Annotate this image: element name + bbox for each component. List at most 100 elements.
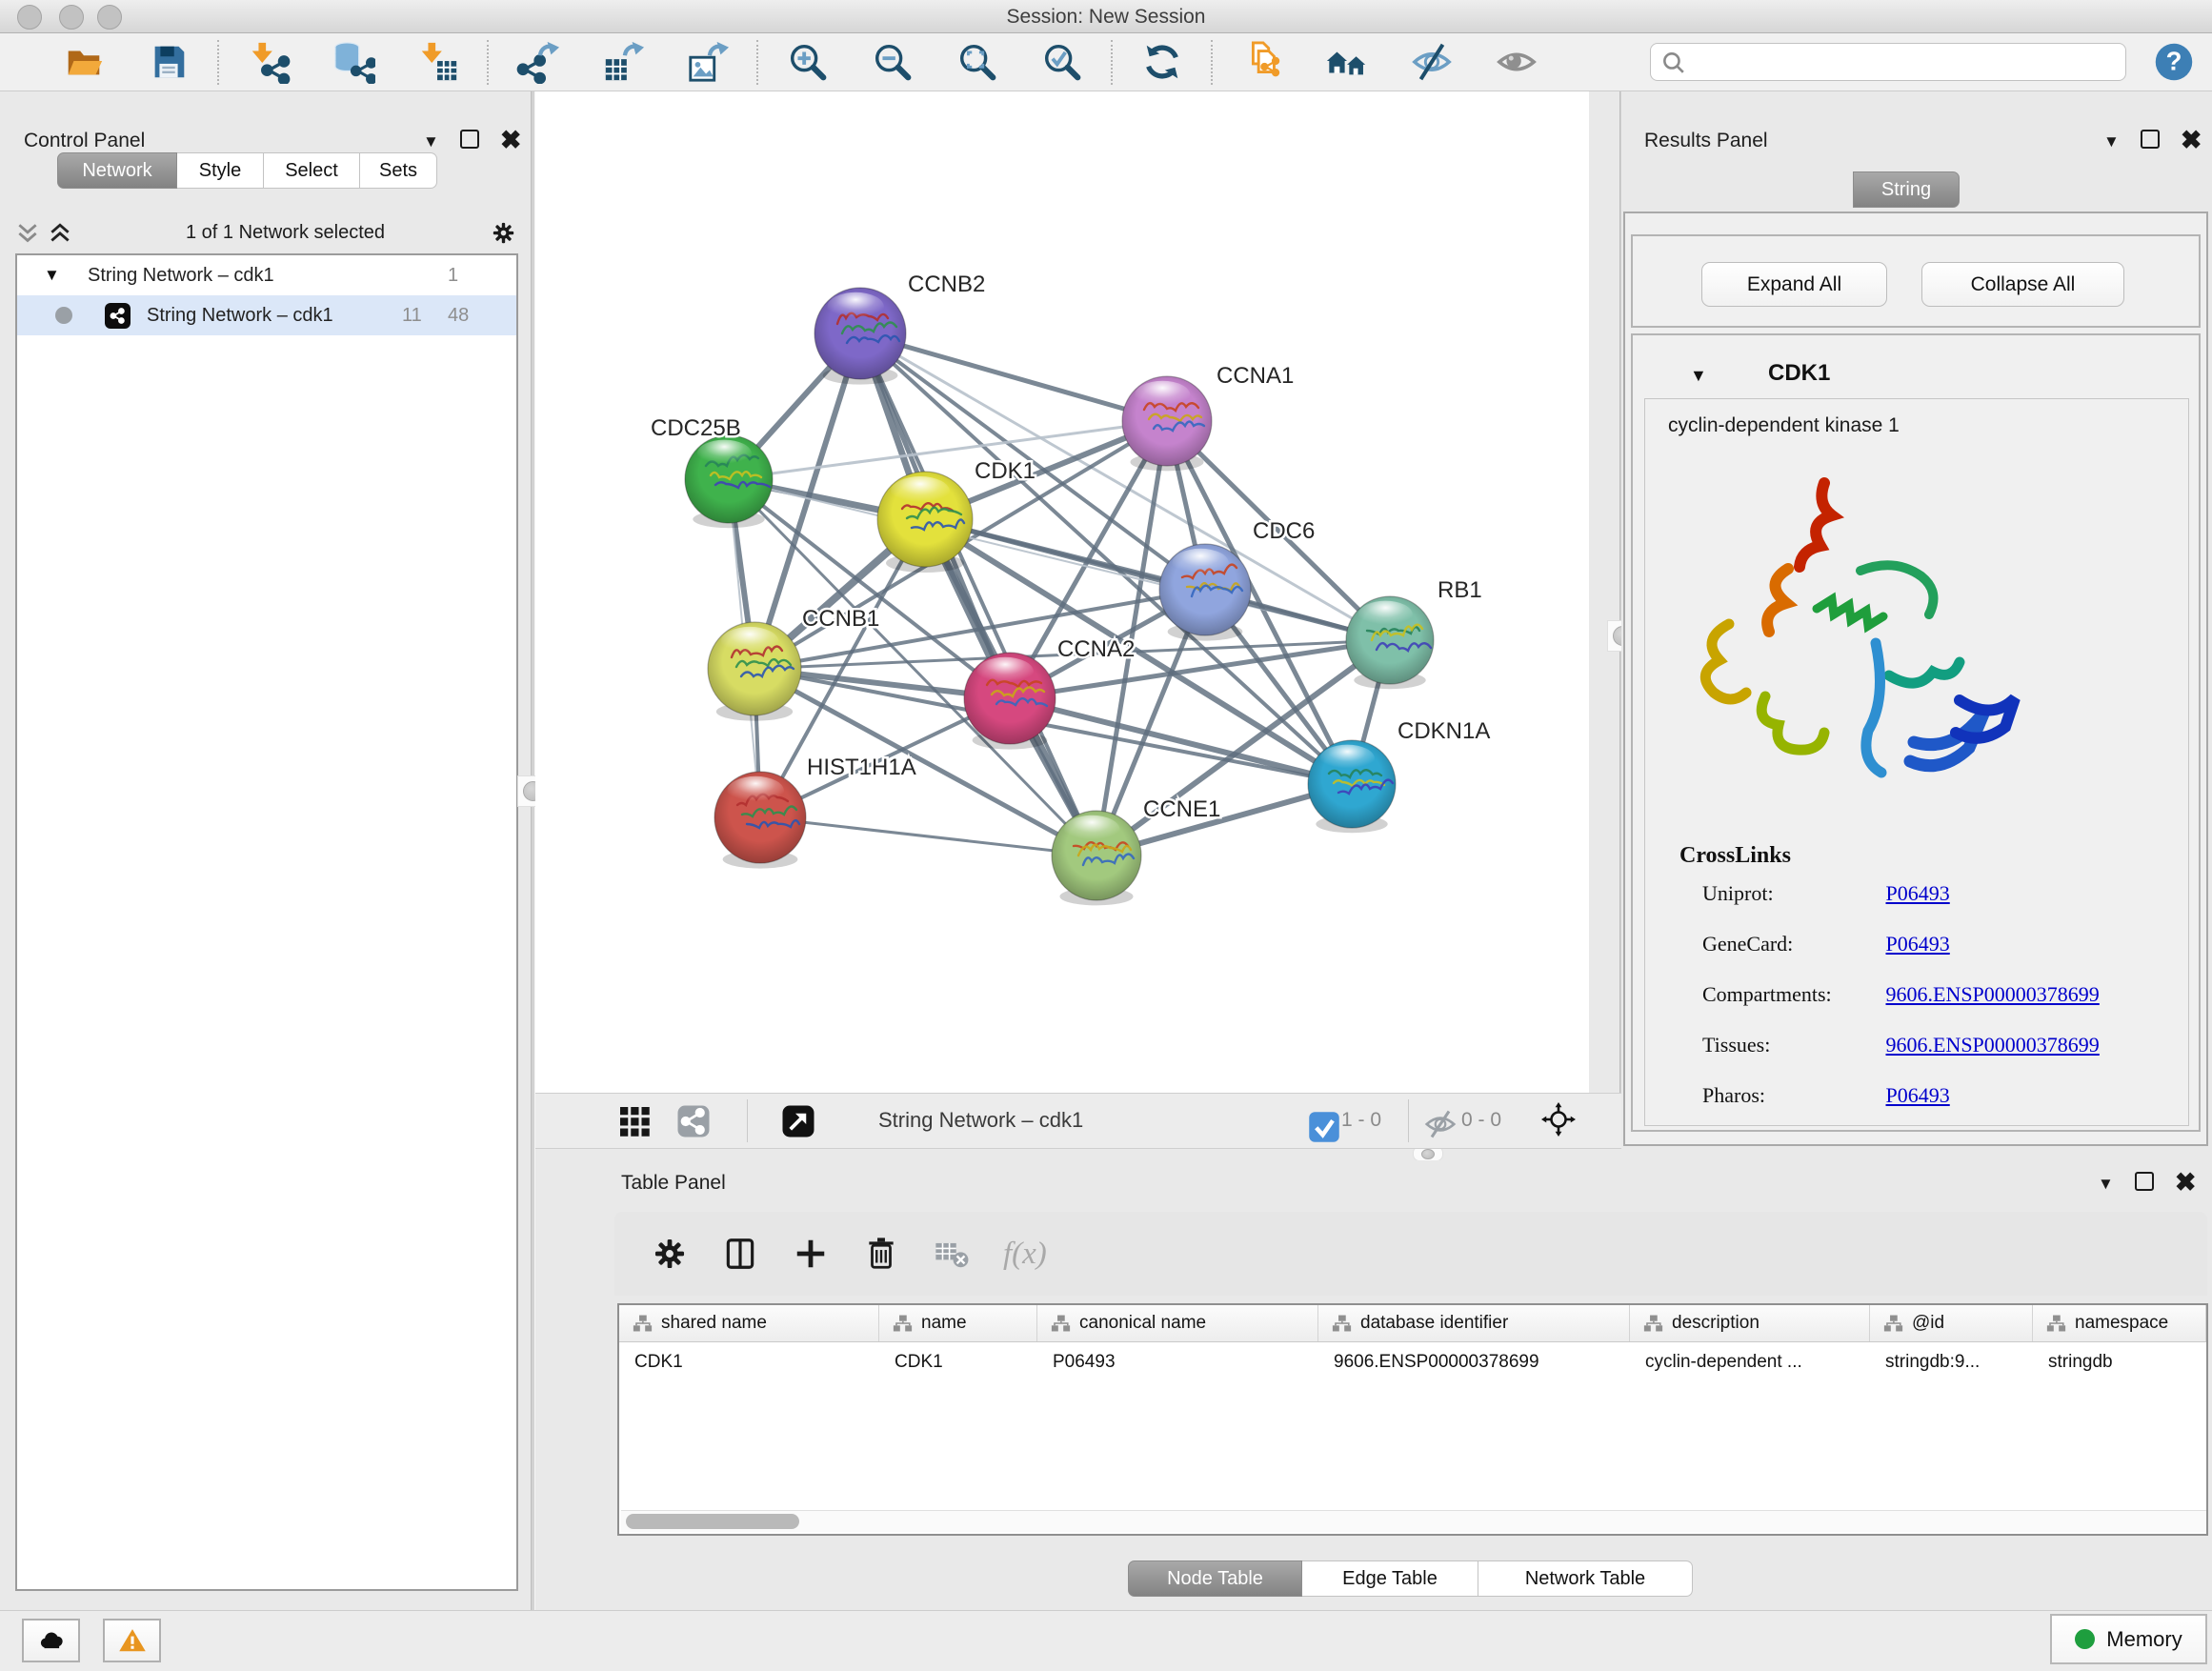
table-horizontal-scrollbar[interactable] bbox=[621, 1510, 2206, 1532]
results-panel-collapse-arrow-icon[interactable]: ▼ bbox=[2103, 133, 2120, 150]
open-session-icon[interactable] bbox=[61, 40, 106, 85]
tab-select[interactable]: Select bbox=[264, 152, 360, 189]
column-header-canonical-name[interactable]: canonical name bbox=[1037, 1305, 1318, 1341]
crosslink-link[interactable]: 9606.ENSP00000378699 bbox=[1886, 982, 2100, 1006]
network-node-count: 11 bbox=[402, 305, 422, 327]
node-CCNA1[interactable]: CCNA1 bbox=[1122, 363, 1294, 471]
warning-button[interactable] bbox=[103, 1619, 161, 1662]
tree-row-collection[interactable]: ▼ String Network – cdk1 1 bbox=[17, 255, 516, 295]
edge-CCNA2-CDKN1A[interactable] bbox=[1010, 698, 1352, 784]
crosslink-link[interactable]: P06493 bbox=[1886, 881, 1950, 905]
node-CDKN1A[interactable]: CDKN1A bbox=[1308, 718, 1490, 833]
protein-symbol: CDK1 bbox=[1768, 360, 1830, 387]
results-panel-close-icon[interactable]: ✖ bbox=[2181, 131, 2202, 151]
import-table-from-file-icon[interactable] bbox=[415, 40, 460, 85]
entry-collapse-arrow[interactable]: ▼ bbox=[1690, 366, 1707, 386]
tab-node-table[interactable]: Node Table bbox=[1128, 1560, 1302, 1597]
column-header-name[interactable]: name bbox=[879, 1305, 1037, 1341]
import-network-from-file-icon[interactable] bbox=[246, 40, 291, 85]
application-window: Session: New Session ? Control Panel ▼ ✖… bbox=[0, 0, 2212, 1671]
expand-all-button[interactable]: Expand All bbox=[1701, 262, 1887, 307]
crosslink-link[interactable]: P06493 bbox=[1886, 1083, 1950, 1107]
hidden-eye-icon[interactable] bbox=[1423, 1107, 1452, 1136]
export-table-icon[interactable] bbox=[600, 40, 645, 85]
tab-edge-table[interactable]: Edge Table bbox=[1302, 1560, 1478, 1597]
column-header-at-id[interactable]: @id bbox=[1870, 1305, 2033, 1341]
table-panel-collapse-arrow-icon[interactable]: ▼ bbox=[2098, 1176, 2114, 1192]
crosslink-label: GeneCard: bbox=[1702, 932, 1880, 956]
duplicate-network-icon[interactable] bbox=[1239, 40, 1284, 85]
scrollbar-thumb[interactable] bbox=[626, 1514, 799, 1529]
network-canvas[interactable]: CCNB2 CCNA1 CDC25B CDK1 bbox=[535, 91, 1589, 1093]
control-panel-collapse-arrow-icon[interactable]: ▼ bbox=[423, 133, 439, 150]
open-in-new-window-icon[interactable] bbox=[781, 1104, 815, 1138]
expand-all-networks-icon[interactable] bbox=[48, 222, 72, 243]
column-header-database-identifier[interactable]: database identifier bbox=[1318, 1305, 1630, 1341]
node-CDC25B[interactable]: CDC25B bbox=[651, 415, 773, 528]
column-header-label: @id bbox=[1912, 1313, 1944, 1334]
crosslink-link[interactable]: 9606.ENSP00000378699 bbox=[1886, 1033, 2100, 1057]
network-view-icon[interactable] bbox=[676, 1104, 711, 1138]
table-settings-gear-icon[interactable] bbox=[651, 1235, 689, 1273]
delete-column-icon[interactable] bbox=[862, 1235, 900, 1273]
tab-network[interactable]: Network bbox=[57, 152, 177, 189]
zoom-out-icon[interactable] bbox=[870, 40, 915, 85]
add-column-icon[interactable] bbox=[792, 1235, 830, 1273]
node-HIST1H1A[interactable]: HIST1H1A bbox=[714, 755, 916, 869]
export-network-icon[interactable] bbox=[515, 40, 560, 85]
fit-content-icon[interactable] bbox=[955, 40, 999, 85]
tab-style[interactable]: Style bbox=[177, 152, 264, 189]
tree-row-network[interactable]: String Network – cdk1 11 48 bbox=[17, 295, 516, 335]
table-row[interactable]: CDK1CDK1P064939606.ENSP00000378699cyclin… bbox=[619, 1342, 2206, 1382]
help-icon[interactable]: ? bbox=[2153, 41, 2195, 83]
move-crosshair-icon[interactable] bbox=[1541, 1102, 1579, 1140]
collapse-all-networks-icon[interactable] bbox=[15, 222, 40, 243]
delete-table-icon[interactable] bbox=[933, 1235, 971, 1273]
birdseye-grid-icon[interactable] bbox=[617, 1104, 652, 1138]
split-columns-icon[interactable] bbox=[721, 1235, 759, 1273]
column-header-namespace[interactable]: namespace bbox=[2033, 1305, 2206, 1341]
show-graphics-details-icon[interactable] bbox=[1494, 40, 1538, 85]
network-status-dot bbox=[55, 307, 72, 324]
collapse-all-button[interactable]: Collapse All bbox=[1921, 262, 2124, 307]
control-panel-float-icon[interactable] bbox=[460, 130, 479, 152]
column-header-shared-name[interactable]: shared name bbox=[619, 1305, 879, 1341]
node-RB1[interactable]: RB1 bbox=[1346, 577, 1482, 689]
table-cell: stringdb:9... bbox=[1870, 1342, 2033, 1382]
tree-expand-arrow[interactable]: ▼ bbox=[44, 266, 60, 285]
function-builder-button[interactable]: f(x) bbox=[1003, 1237, 1047, 1272]
first-neighbors-icon[interactable] bbox=[1324, 40, 1369, 85]
crosslink-link[interactable]: P06493 bbox=[1886, 932, 1950, 956]
hide-selected-icon[interactable] bbox=[1409, 40, 1454, 85]
search-box[interactable] bbox=[1650, 43, 2126, 81]
cloud-button[interactable] bbox=[22, 1619, 80, 1662]
main-toolbar: ? bbox=[0, 33, 2212, 91]
node-label-CCNE1: CCNE1 bbox=[1143, 796, 1220, 822]
node-CDC6[interactable]: CDC6 bbox=[1159, 518, 1315, 641]
results-panel-float-icon[interactable] bbox=[2141, 130, 2160, 152]
zoom-selected-icon[interactable] bbox=[1039, 40, 1084, 85]
network-options-gear-icon[interactable] bbox=[491, 220, 516, 246]
protein-description: cyclin-dependent kinase 1 bbox=[1668, 414, 1900, 437]
import-network-from-database-icon[interactable] bbox=[331, 40, 375, 85]
table-panel-float-icon[interactable] bbox=[2135, 1172, 2154, 1195]
column-header-label: database identifier bbox=[1360, 1313, 1508, 1334]
tab-string[interactable]: String bbox=[1853, 171, 1960, 208]
zoom-in-icon[interactable] bbox=[785, 40, 830, 85]
export-image-icon[interactable] bbox=[685, 40, 730, 85]
attribute-table: shared namenamecanonical name database id… bbox=[617, 1303, 2208, 1536]
node-label-CDC6: CDC6 bbox=[1253, 518, 1315, 544]
refresh-view-icon[interactable] bbox=[1139, 40, 1184, 85]
protein-structure-image bbox=[1674, 456, 2074, 837]
column-header-description[interactable]: description bbox=[1630, 1305, 1870, 1341]
memory-button[interactable]: Memory bbox=[2050, 1614, 2207, 1664]
memory-label: Memory bbox=[2106, 1627, 2182, 1652]
tab-network-table[interactable]: Network Table bbox=[1478, 1560, 1693, 1597]
search-input[interactable] bbox=[1685, 50, 2125, 73]
control-panel-close-icon[interactable]: ✖ bbox=[500, 131, 522, 151]
tab-sets[interactable]: Sets bbox=[360, 152, 437, 189]
table-panel-close-icon[interactable]: ✖ bbox=[2175, 1173, 2197, 1194]
selected-checkbox-icon[interactable] bbox=[1307, 1110, 1330, 1133]
save-session-icon[interactable] bbox=[146, 40, 191, 85]
edge-CCNE1-HIST1H1A[interactable] bbox=[760, 817, 1096, 856]
